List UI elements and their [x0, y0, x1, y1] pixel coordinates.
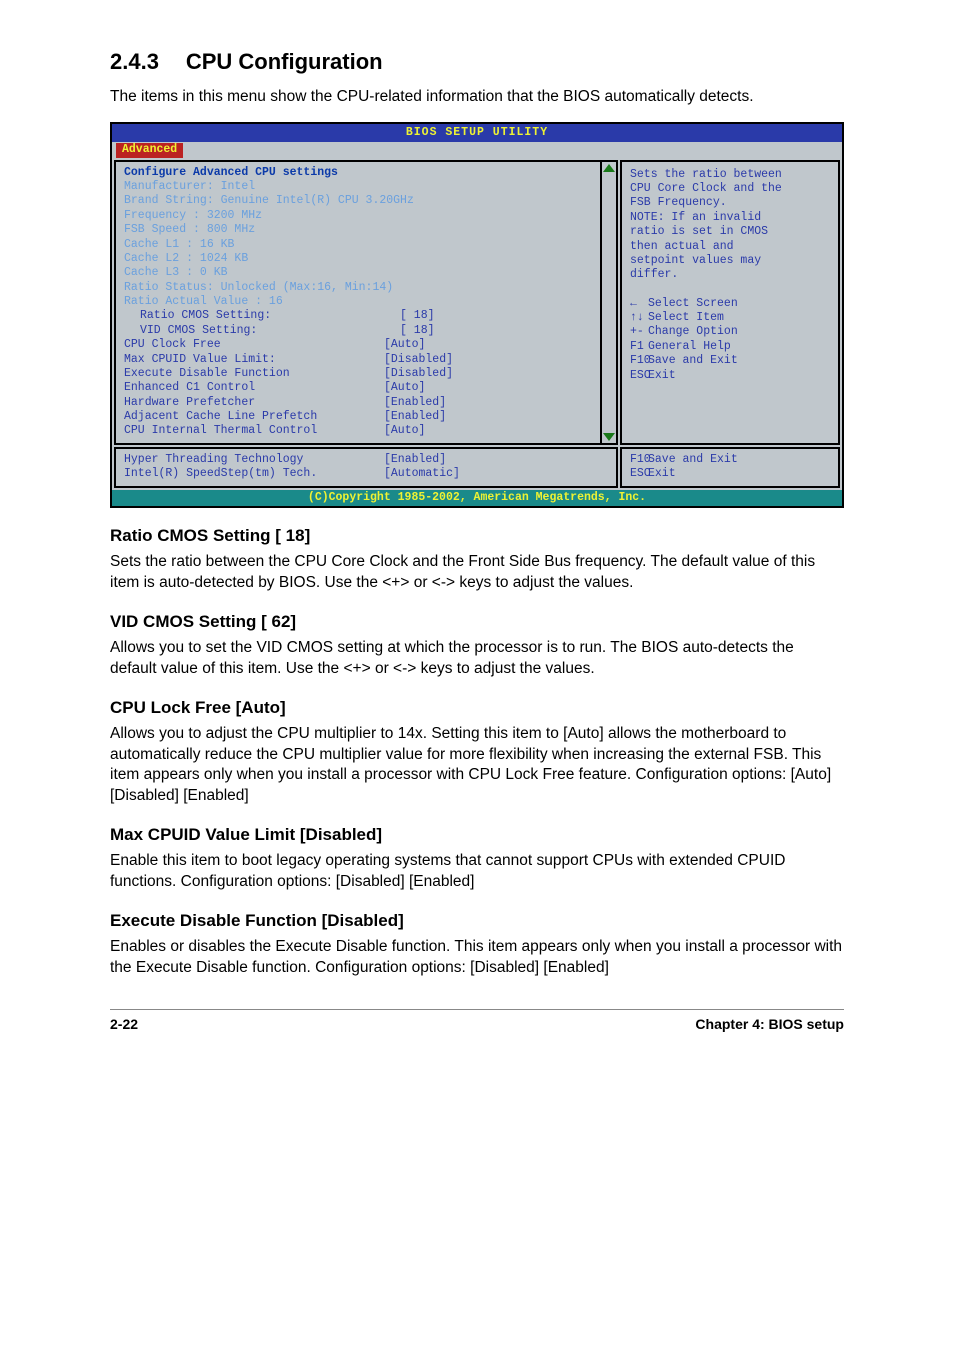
key-f1-icon: F1	[630, 340, 648, 354]
bios-setting-row[interactable]: Enhanced C1 Control [Auto]	[124, 381, 610, 395]
bios-setting-row[interactable]: Hyper Threading Technology [Enabled]	[124, 453, 610, 467]
bios-info-fsb: FSB Speed : 800 MHz	[124, 223, 610, 237]
page-footer: 2-22 Chapter 4: BIOS setup	[110, 1009, 844, 1032]
bios-setting-label: Adjacent Cache Line Prefetch	[124, 410, 384, 424]
bios-setting-row[interactable]: CPU Internal Thermal Control [Auto]	[124, 424, 610, 438]
bios-setting-label: Intel(R) SpeedStep(tm) Tech.	[124, 467, 384, 481]
item-heading-cpuid: Max CPUID Value Limit [Disabled]	[110, 825, 844, 845]
item-body-xd: Enables or disables the Execute Disable …	[110, 937, 844, 979]
bios-setting-row[interactable]: Intel(R) SpeedStep(tm) Tech. [Automatic]	[124, 467, 610, 481]
arrow-left-icon: ←	[630, 297, 648, 311]
arrows-updown-icon: ↑↓	[630, 311, 648, 325]
bios-setting-value[interactable]: [ 18]	[400, 309, 510, 323]
bios-info-manufacturer: Manufacturer: Intel	[124, 180, 610, 194]
bios-nav-hint: ←Select Screen	[630, 297, 832, 311]
bios-info-brand: Brand String: Genuine Intel(R) CPU 3.20G…	[124, 194, 610, 208]
item-body-vid: Allows you to set the VID CMOS setting a…	[110, 638, 844, 680]
scroll-up-icon[interactable]	[603, 164, 615, 172]
key-esc-icon: ESC	[630, 369, 648, 383]
key-esc-icon: ESC	[630, 467, 648, 481]
bios-scrollbar[interactable]	[600, 162, 616, 443]
footer-page-number: 2-22	[110, 1016, 138, 1032]
bios-info-ratio-actual: Ratio Actual Value : 16	[124, 295, 610, 309]
bios-nav-hint: ↑↓Select Item	[630, 311, 832, 325]
bios-setting-row[interactable]: Ratio CMOS Setting: [ 18]	[124, 309, 610, 323]
bios-help-text: CPU Core Clock and the	[630, 182, 832, 196]
bios-setting-label: Execute Disable Function	[124, 367, 384, 381]
bios-setting-value[interactable]: [Enabled]	[384, 396, 494, 410]
bios-setting-value[interactable]: [Disabled]	[384, 367, 494, 381]
bios-setting-value[interactable]: [Enabled]	[384, 453, 494, 467]
bios-help-text: then actual and	[630, 240, 832, 254]
section-heading: 2.4.3 CPU Configuration	[110, 40, 844, 77]
item-body-ratio: Sets the ratio between the CPU Core Cloc…	[110, 552, 844, 594]
item-body-cpuid: Enable this item to boot legacy operatin…	[110, 851, 844, 893]
bios-help-text: ratio is set in CMOS	[630, 225, 832, 239]
bios-title-bar: BIOS SETUP UTILITY	[112, 124, 842, 142]
bios-nav-hint: ESCExit	[630, 467, 832, 481]
bios-main-panel: Configure Advanced CPU settings Manufact…	[114, 160, 618, 445]
scroll-down-icon[interactable]	[603, 433, 615, 441]
bios-setting-label: Hyper Threading Technology	[124, 453, 384, 467]
bios-bottom-help: F10Save and Exit ESCExit	[620, 447, 840, 488]
bios-setting-value[interactable]: [Automatic]	[384, 467, 494, 481]
bios-nav-hint: F10Save and Exit	[630, 453, 832, 467]
bios-setting-row[interactable]: Adjacent Cache Line Prefetch [Enabled]	[124, 410, 610, 424]
bios-tab-row: Advanced	[112, 142, 842, 157]
bios-setting-value[interactable]: [Auto]	[384, 338, 494, 352]
bios-help-panel: Sets the ratio between CPU Core Clock an…	[620, 160, 840, 445]
bios-nav-hint: +-Change Option	[630, 325, 832, 339]
bios-help-text: Sets the ratio between	[630, 168, 832, 182]
bios-info-l1: Cache L1 : 16 KB	[124, 238, 610, 252]
item-heading-lockfree: CPU Lock Free [Auto]	[110, 698, 844, 718]
bios-setting-label: Max CPUID Value Limit:	[124, 353, 384, 367]
bios-help-text: setpoint values may	[630, 254, 832, 268]
bios-help-text: NOTE: If an invalid	[630, 211, 832, 225]
bios-setting-row[interactable]: CPU Clock Free [Auto]	[124, 338, 610, 352]
bios-help-text: differ.	[630, 268, 832, 282]
plusminus-icon: +-	[630, 325, 648, 339]
key-f10-icon: F10	[630, 453, 648, 467]
bios-nav-hint: F1General Help	[630, 340, 832, 354]
bios-setting-row[interactable]: Max CPUID Value Limit: [Disabled]	[124, 353, 610, 367]
bios-tab-advanced[interactable]: Advanced	[116, 143, 183, 157]
bios-screenshot: BIOS SETUP UTILITY Advanced Configure Ad…	[110, 122, 844, 508]
bios-setting-value[interactable]: [ 18]	[400, 324, 510, 338]
bios-copyright: (C)Copyright 1985-2002, American Megatre…	[112, 490, 842, 506]
bios-setting-value[interactable]: [Enabled]	[384, 410, 494, 424]
bios-info-l2: Cache L2 : 1024 KB	[124, 252, 610, 266]
section-intro: The items in this menu show the CPU-rela…	[110, 87, 844, 108]
bios-setting-label: CPU Clock Free	[124, 338, 384, 352]
section-number: 2.4.3	[110, 49, 159, 74]
item-heading-ratio: Ratio CMOS Setting [ 18]	[110, 526, 844, 546]
bios-setting-label: CPU Internal Thermal Control	[124, 424, 384, 438]
bios-setting-value[interactable]: [Auto]	[384, 424, 494, 438]
bios-setting-label: Enhanced C1 Control	[124, 381, 384, 395]
bios-nav-hint: ESCExit	[630, 369, 832, 383]
bios-setting-row[interactable]: VID CMOS Setting: [ 18]	[124, 324, 610, 338]
bios-setting-label: VID CMOS Setting:	[140, 324, 400, 338]
bios-setting-value[interactable]: [Auto]	[384, 381, 494, 395]
section-title: CPU Configuration	[186, 49, 383, 74]
bios-setting-label: Ratio CMOS Setting:	[140, 309, 400, 323]
key-f10-icon: F10	[630, 354, 648, 368]
bios-setting-label: Hardware Prefetcher	[124, 396, 384, 410]
bios-info-l3: Cache L3 : 0 KB	[124, 266, 610, 280]
bios-info-frequency: Frequency : 3200 MHz	[124, 209, 610, 223]
bios-info-ratio-status: Ratio Status: Unlocked (Max:16, Min:14)	[124, 281, 610, 295]
footer-chapter: Chapter 4: BIOS setup	[695, 1016, 844, 1032]
bios-help-text: FSB Frequency.	[630, 196, 832, 210]
bios-nav-hint: F10Save and Exit	[630, 354, 832, 368]
item-body-lockfree: Allows you to adjust the CPU multiplier …	[110, 724, 844, 808]
item-heading-vid: VID CMOS Setting [ 62]	[110, 612, 844, 632]
bios-setting-value[interactable]: [Disabled]	[384, 353, 494, 367]
item-heading-xd: Execute Disable Function [Disabled]	[110, 911, 844, 931]
bios-panel-headline: Configure Advanced CPU settings	[124, 166, 610, 180]
bios-setting-row[interactable]: Hardware Prefetcher [Enabled]	[124, 396, 610, 410]
bios-bottom-panel: Hyper Threading Technology [Enabled] Int…	[114, 447, 618, 488]
bios-setting-row[interactable]: Execute Disable Function [Disabled]	[124, 367, 610, 381]
